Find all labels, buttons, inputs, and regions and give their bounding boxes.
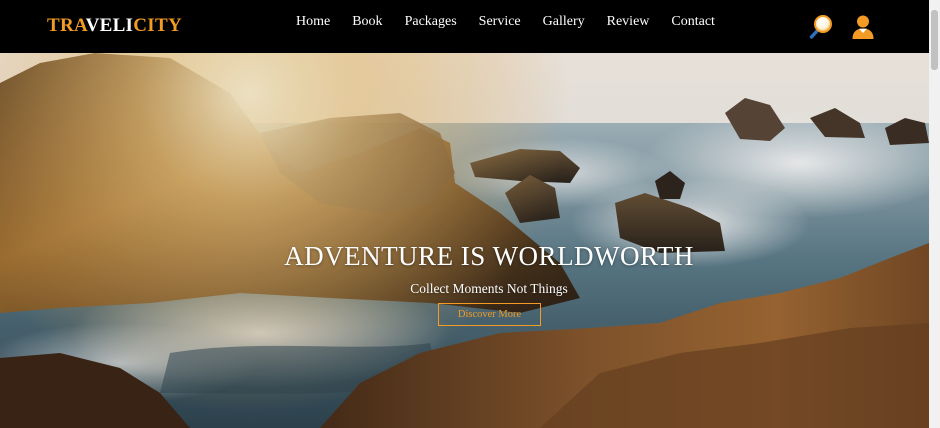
logo-part-3: CITY — [133, 15, 182, 36]
hero-title: ADVENTURE IS WORLDWORTH — [284, 241, 694, 271]
scrollbar-thumb[interactable] — [931, 10, 938, 70]
top-navbar: TRAVELICITY Home Book Packages Service G… — [0, 0, 929, 53]
search-icon — [809, 15, 832, 39]
nav-link-gallery[interactable]: Gallery — [543, 13, 585, 31]
user-account-button[interactable] — [851, 14, 875, 40]
nav-link-review[interactable]: Review — [607, 13, 650, 31]
nav-link-packages[interactable]: Packages — [405, 13, 457, 31]
logo-part-2: VELI — [85, 15, 134, 36]
page: TRAVELICITY Home Book Packages Service G… — [0, 0, 940, 428]
search-button[interactable] — [809, 14, 833, 40]
brand-logo[interactable]: TRAVELICITY — [47, 15, 182, 37]
discover-more-button[interactable]: Discover More — [438, 303, 541, 326]
user-icon — [852, 15, 874, 39]
hero-section: ADVENTURE IS WORLDWORTH Collect Moments … — [0, 53, 929, 428]
nav-link-book[interactable]: Book — [352, 13, 382, 31]
nav-link-contact[interactable]: Contact — [671, 13, 715, 31]
main-nav: Home Book Packages Service Gallery Revie… — [296, 13, 737, 31]
hero-subtitle: Collect Moments Not Things — [410, 281, 568, 296]
logo-part-1: TRA — [47, 15, 86, 36]
nav-link-home[interactable]: Home — [296, 13, 330, 31]
nav-link-service[interactable]: Service — [479, 13, 521, 31]
page-scrollbar[interactable] — [929, 0, 940, 428]
